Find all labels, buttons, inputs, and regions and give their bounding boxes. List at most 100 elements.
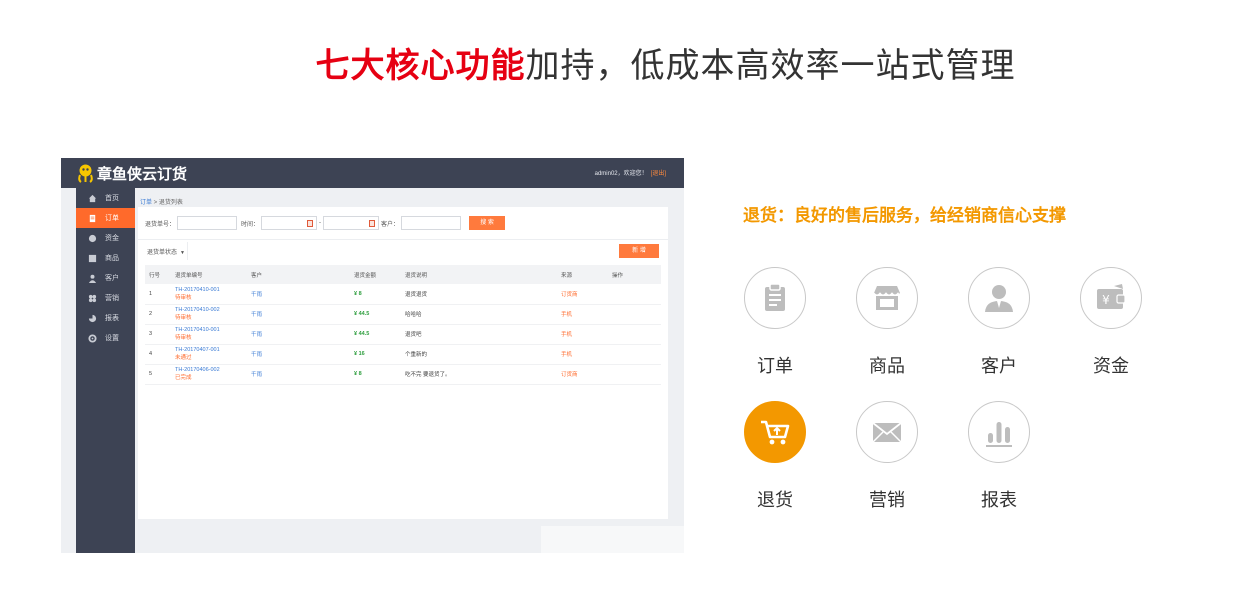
- divider: [138, 239, 668, 240]
- col-header: 退货单编号: [175, 272, 203, 279]
- col-header: 操作: [612, 272, 624, 279]
- filter-divider: [187, 242, 188, 260]
- customer-cell[interactable]: 千雨: [247, 364, 350, 385]
- breadcrumb-current: 退货列表: [158, 200, 183, 206]
- feature-report[interactable]: 报表: [959, 401, 1039, 512]
- status-filter[interactable]: 退货单状态 ▼: [147, 247, 185, 256]
- feature-label: 营销: [869, 490, 905, 510]
- sidebar-item-label: 营销: [105, 295, 119, 302]
- sidebar-item-label: 商品: [105, 255, 119, 262]
- customer-cell[interactable]: 千雨: [247, 324, 350, 345]
- table-row[interactable]: 1 TH-20170410-001 待审核 千雨 ¥ 8 退货退货 订货商: [145, 284, 661, 305]
- start-date-input[interactable]: [261, 216, 318, 230]
- customer-cell[interactable]: 千雨: [247, 284, 350, 305]
- breadcrumb-sep: >: [152, 200, 159, 206]
- breadcrumb: 订单 > 退货列表: [140, 197, 183, 206]
- customer-input[interactable]: [401, 216, 462, 230]
- sidebar-item-settings[interactable]: 设置: [76, 328, 135, 348]
- customer-cell[interactable]: 千雨: [247, 304, 350, 325]
- sidebar-item-report[interactable]: 报表: [76, 308, 135, 328]
- sidebar-item-label: 订单: [105, 215, 119, 222]
- row-no: 4: [145, 344, 171, 365]
- svg-text:¥: ¥: [1102, 293, 1110, 307]
- table-row[interactable]: 5 TH-20170406-002 已完成 千雨 ¥ 8 吃不完 要退货了。 订货…: [145, 364, 661, 385]
- sidebar-item-customer[interactable]: 客户: [76, 268, 135, 288]
- return-table: 行号 退货单编号 客户 退货金额 退货说明 来源 操作 1 TH-2017041…: [145, 265, 661, 385]
- status-badge: 已完成: [175, 375, 192, 381]
- feature-goods[interactable]: 商品: [847, 267, 927, 378]
- brand-name: 章鱼侠云订货: [97, 166, 188, 183]
- bottom-fade: [541, 526, 684, 553]
- table-header-row: 行号 退货单编号 客户 退货金额 退货说明 来源 操作: [145, 265, 661, 284]
- envelope-icon: [872, 422, 902, 443]
- time-label: 时间：: [241, 221, 260, 228]
- row-no: 2: [145, 304, 171, 325]
- top-user-area: admin02，欢迎您！ [退出]: [595, 168, 666, 177]
- feature-circle[interactable]: [744, 267, 806, 329]
- return-id-link[interactable]: TH-20170410-001: [175, 287, 220, 293]
- breadcrumb-parent[interactable]: 订单: [140, 200, 152, 206]
- customer-cell[interactable]: 千雨: [247, 344, 350, 365]
- sidebar-item-fund[interactable]: 资金: [76, 228, 135, 248]
- feature-customer[interactable]: 客户: [959, 267, 1039, 378]
- feature-circle[interactable]: [856, 267, 918, 329]
- source-cell: 手机: [557, 344, 608, 365]
- row-no: 5: [145, 364, 171, 385]
- status-badge: 未通过: [175, 355, 192, 361]
- calendar-icon[interactable]: [307, 220, 314, 227]
- col-header: 退货金额: [354, 272, 377, 279]
- shop-icon: [873, 286, 901, 310]
- feature-marketing[interactable]: 营销: [847, 401, 927, 512]
- source-cell: 手机: [557, 304, 608, 325]
- sidebar: 首页 订单 资金 商品 客户 营销 报表 设置: [76, 188, 135, 553]
- return-no-input[interactable]: [177, 216, 238, 230]
- sidebar-item-order[interactable]: 订单: [76, 208, 135, 228]
- sidebar-item-goods[interactable]: 商品: [76, 248, 135, 268]
- amount-cell: ¥ 16: [350, 344, 401, 365]
- feature-order[interactable]: 订单: [735, 267, 815, 378]
- sidebar-item-home[interactable]: 首页: [76, 188, 135, 208]
- table-row[interactable]: 2 TH-20170410-002 待审核 千雨 ¥ 44.5 哈哈哈 手机: [145, 304, 661, 325]
- feature-circle[interactable]: [968, 401, 1030, 463]
- search-button[interactable]: 搜 索: [469, 216, 506, 230]
- feature-circle[interactable]: [856, 401, 918, 463]
- wallet-icon: ¥: [1097, 284, 1126, 309]
- col-header: 来源: [561, 272, 573, 279]
- add-return-button[interactable]: 新 增: [619, 244, 659, 258]
- feature-return[interactable]: 退货: [735, 401, 815, 512]
- feature-label: 订单: [757, 356, 793, 376]
- feature-label: 报表: [981, 490, 1017, 510]
- content-panel: 退货单号： 时间： - 客户： 搜 索 退货单状态 ▼ 新 增 行号 退货单编号 …: [138, 207, 668, 519]
- headline-highlight: 七大核心功能: [315, 47, 526, 85]
- report-icon: [88, 314, 97, 322]
- col-header: 客户: [251, 272, 263, 279]
- customer-label: 客户：: [381, 221, 400, 228]
- calendar-icon[interactable]: [369, 220, 376, 227]
- row-no: 3: [145, 324, 171, 345]
- welcome-text: admin02，欢迎您！: [594, 171, 648, 177]
- table-row[interactable]: 3 TH-20170410-001 待审核 千雨 ¥ 44.5 退货吧 手机: [145, 324, 661, 345]
- sidebar-item-marketing[interactable]: 营销: [76, 288, 135, 308]
- feature-label: 商品: [869, 356, 905, 376]
- sidebar-item-label: 首页: [105, 195, 119, 202]
- sidebar-item-label: 客户: [105, 275, 119, 282]
- octopus-logo-icon: [78, 164, 93, 183]
- end-date-input[interactable]: [323, 216, 380, 230]
- feature-circle[interactable]: ¥: [1080, 267, 1142, 329]
- feature-circle[interactable]: [744, 401, 806, 463]
- action-cell: [608, 304, 661, 325]
- feature-circle[interactable]: [968, 267, 1030, 329]
- note-cell: 退货吧: [401, 324, 557, 345]
- bar-chart-icon: [986, 422, 1012, 447]
- action-cell: [608, 324, 661, 345]
- note-cell: 退货退货: [401, 284, 557, 305]
- status-filter-label: 退货单状态: [147, 250, 178, 256]
- note-cell: 哈哈哈: [401, 304, 557, 325]
- action-cell: [608, 364, 661, 385]
- table-row[interactable]: 4 TH-20170407-001 未通过 千雨 ¥ 16 个重新的 手机: [145, 344, 661, 365]
- feature-fund[interactable]: ¥ 资金: [1071, 267, 1151, 378]
- brand: 章鱼侠云订货: [77, 163, 187, 184]
- order-icon: [89, 214, 96, 222]
- caret-down-icon: ▼: [180, 250, 185, 256]
- logout-link[interactable]: [退出]: [651, 171, 666, 177]
